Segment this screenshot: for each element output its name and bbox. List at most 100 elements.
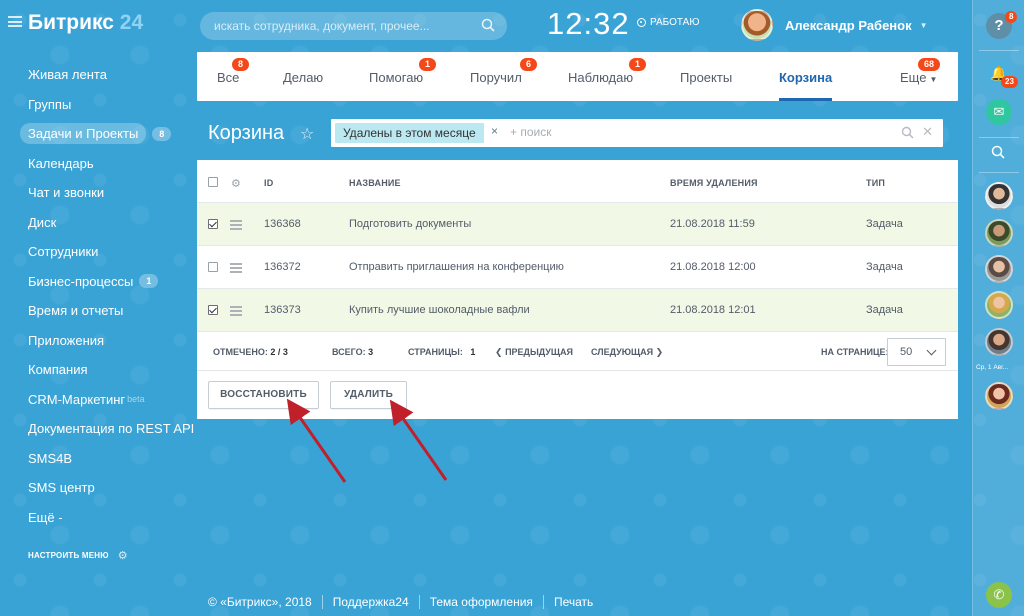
sidebar-item-more[interactable]: Ещё - (28, 503, 198, 533)
sidebar-item-label: Компания (28, 362, 88, 378)
sidebar-item-label: Группы (28, 96, 72, 112)
user-name[interactable]: Александр Рабенок (785, 18, 912, 33)
logo[interactable]: Битрикс 24 (28, 11, 143, 35)
sidebar-item-rest-docs[interactable]: Документация по REST API (28, 414, 198, 444)
print-link[interactable]: Печать (542, 595, 603, 609)
gear-icon[interactable]: ⚙ (231, 177, 241, 190)
tab-more[interactable]: Еще ▼ 68 (900, 58, 941, 85)
tab-badge: 8 (232, 58, 250, 71)
star-icon[interactable]: ☆ (300, 124, 314, 144)
cell-name: Отправить приглашения на конференцию (349, 261, 564, 273)
avatar[interactable] (985, 328, 1013, 356)
theme-link[interactable]: Тема оформления (418, 595, 543, 609)
avatar[interactable] (985, 255, 1013, 283)
close-icon[interactable]: ✕ (922, 124, 933, 140)
search-icon[interactable] (991, 145, 1005, 159)
sidebar-item-apps[interactable]: Приложения (28, 326, 198, 356)
row-menu-icon[interactable] (230, 220, 242, 232)
checked-label: ОТМЕЧЕНО: (213, 347, 268, 357)
table-row[interactable]: 136373 Купить лучшие шоколадные вафли 21… (197, 288, 958, 331)
sidebar-item-sms4b[interactable]: SMS4B (28, 444, 198, 474)
total-label: ВСЕГО: (332, 347, 366, 357)
tab-trash[interactable]: Корзина (779, 70, 833, 101)
cell-deleted-time: 21.08.2018 12:00 (670, 261, 756, 273)
sidebar-item-crm-marketing[interactable]: CRM-Маркетинг beta (28, 385, 198, 415)
sidebar-item-time[interactable]: Время и отчеты (28, 296, 198, 326)
sidebar-item-employees[interactable]: Сотрудники (28, 237, 198, 267)
per-page-value: 50 (900, 346, 913, 358)
tab-badge: 1 (419, 58, 437, 71)
tab-badge: 6 (520, 58, 538, 71)
setup-menu-button[interactable]: НАСТРОИТЬ МЕНЮ ⚙ (28, 549, 128, 562)
row-checkbox[interactable] (208, 262, 218, 272)
sidebar-item-company[interactable]: Компания (28, 355, 198, 385)
global-search-input[interactable]: искать сотрудника, документ, прочее... (200, 12, 507, 40)
next-page-button[interactable]: СЛЕДУЮЩАЯ ❯ (591, 347, 663, 358)
divider (979, 172, 1019, 173)
page-number[interactable]: 1 (470, 347, 475, 357)
column-header-type[interactable]: ТИП (866, 178, 885, 188)
cell-name: Купить лучшие шоколадные вафли (349, 304, 530, 316)
sidebar-item-bizproc[interactable]: Бизнес-процессы 1 (28, 267, 198, 297)
row-menu-icon[interactable] (230, 306, 242, 318)
sidebar-item-label: Задачи и Проекты (20, 123, 147, 145)
work-status[interactable]: РАБОТАЮ (637, 17, 699, 28)
filter-tag[interactable]: Удалены в этом месяце (335, 123, 484, 143)
column-header-deleted-time[interactable]: ВРЕМЯ УДАЛЕНИЯ (670, 178, 758, 188)
tab-doing[interactable]: Делаю (283, 70, 323, 85)
clock: 12:32 (547, 6, 630, 41)
avatar[interactable] (985, 182, 1013, 210)
sidebar-item-label: CRM-Маркетинг (28, 391, 126, 407)
chat-icon[interactable]: ✉ (986, 99, 1012, 125)
table-row[interactable]: 136372 Отправить приглашения на конферен… (197, 245, 958, 288)
close-icon[interactable]: × (491, 124, 498, 138)
user-menu[interactable]: Александр Рабенок ▼ (741, 9, 928, 41)
support-link[interactable]: Поддержка24 (321, 595, 419, 609)
tab-projects[interactable]: Проекты (680, 70, 732, 85)
row-checkbox[interactable] (208, 305, 218, 315)
gear-icon[interactable]: ⚙ (118, 549, 128, 562)
avatar[interactable] (985, 382, 1013, 410)
menu-toggle-icon[interactable] (8, 16, 22, 27)
chevron-right-icon: ❯ (655, 347, 664, 357)
sidebar-item-label: Живая лента (28, 67, 107, 83)
date-note: Ср, 1 Авг... (976, 364, 1009, 371)
phone-icon[interactable]: ✆ (986, 582, 1012, 608)
filter-search-input[interactable]: + поиск (510, 125, 551, 139)
sidebar-item-label: Ещё - (28, 509, 63, 525)
sidebar-item-label: SMS центр (28, 480, 95, 496)
tab-helping[interactable]: Помогаю 1 (369, 58, 437, 85)
per-page-select[interactable]: 50 (887, 338, 946, 366)
delete-button[interactable]: УДАЛИТЬ (330, 381, 407, 409)
tab-assigned[interactable]: Поручил 6 (470, 58, 538, 85)
sidebar-item-tasks[interactable]: Задачи и Проекты 8 (20, 119, 198, 149)
column-header-name[interactable]: НАЗВАНИЕ (349, 178, 401, 188)
restore-button[interactable]: ВОССТАНОВИТЬ (208, 381, 319, 409)
sidebar-item-label: Бизнес-процессы (28, 273, 134, 289)
filter-search-bar[interactable]: Удалены в этом месяце × + поиск ✕ (331, 119, 943, 147)
sidebar-item-sms-center[interactable]: SMS центр (28, 473, 198, 503)
tab-watching[interactable]: Наблюдаю 1 (568, 58, 647, 85)
tab-badge: 68 (918, 58, 941, 71)
sidebar-item-disk[interactable]: Диск (28, 208, 198, 238)
search-icon[interactable] (481, 18, 495, 32)
column-header-id[interactable]: ID (264, 178, 273, 188)
sidebar-item-chat[interactable]: Чат и звонки (28, 178, 198, 208)
avatar[interactable] (985, 291, 1013, 319)
page-footer: © «Битрикс», 2018 Поддержка24 Тема оформ… (208, 595, 603, 609)
row-menu-icon[interactable] (230, 263, 242, 275)
sidebar-item-feed[interactable]: Живая лента (28, 60, 198, 90)
chevron-down-icon[interactable]: ▼ (920, 21, 928, 30)
table-row[interactable]: 136368 Подготовить документы 21.08.2018 … (197, 202, 958, 245)
sidebar-item-groups[interactable]: Группы (28, 90, 198, 120)
help-badge: 8 (1005, 11, 1018, 23)
avatar[interactable] (985, 219, 1013, 247)
avatar[interactable] (741, 9, 773, 41)
search-icon[interactable] (901, 126, 914, 139)
row-checkbox[interactable] (208, 219, 218, 229)
select-all-checkbox[interactable] (208, 177, 218, 187)
tab-all[interactable]: Все 8 (217, 58, 250, 85)
prev-page-button[interactable]: ❮ ПРЕДЫДУЩАЯ (495, 347, 573, 358)
tab-label: Наблюдаю (568, 70, 634, 85)
sidebar-item-calendar[interactable]: Календарь (28, 149, 198, 179)
